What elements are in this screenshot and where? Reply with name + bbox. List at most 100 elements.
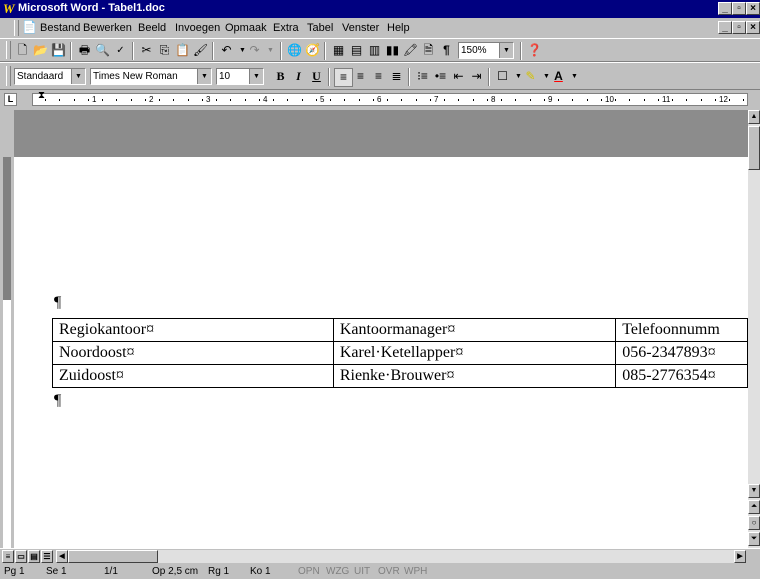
menu-beeld[interactable]: Beeld [138, 22, 166, 34]
horizontal-scrollbar[interactable] [68, 550, 734, 563]
cut-icon[interactable]: ✂ [138, 42, 155, 59]
style-combo[interactable]: Standaard ▼ [14, 68, 86, 85]
status-mode-opn[interactable]: OPN [298, 566, 320, 577]
undo-icon[interactable]: ↶ [218, 42, 235, 59]
underline-icon[interactable]: U [308, 68, 325, 85]
status-position: Op 2,5 cm [152, 566, 199, 577]
vertical-ruler[interactable] [0, 110, 14, 548]
maximize-button[interactable]: ▫ [732, 2, 746, 15]
spelling-icon[interactable]: ✓ [112, 42, 129, 59]
office-assistant-icon[interactable]: ❓ [526, 42, 543, 59]
ruler-tick [701, 99, 702, 101]
status-mode-ovr[interactable]: OVR [378, 566, 400, 577]
menu-tabel[interactable]: Tabel [307, 22, 333, 34]
menu-help[interactable]: Help [387, 22, 410, 34]
print-icon[interactable]: 🖶 [76, 42, 93, 59]
menu-venster[interactable]: Venster [342, 22, 379, 34]
borders-icon[interactable]: ☐ [494, 68, 511, 85]
next-page-icon[interactable]: ⏷ [748, 532, 760, 546]
menu-invoegen[interactable]: Invoegen [175, 22, 220, 34]
table-cell[interactable]: Telefoonnumm [615, 318, 748, 342]
scroll-left-icon[interactable]: ◀ [56, 550, 68, 563]
align-right-icon[interactable]: ≡ [370, 68, 387, 85]
print-layout-icon[interactable]: ▤ [28, 550, 40, 563]
insert-table-icon[interactable]: ▤ [348, 42, 365, 59]
font-size-dropdown-icon[interactable]: ▼ [249, 69, 263, 84]
new-icon[interactable]: 🗋 [14, 42, 31, 59]
normal-view-icon[interactable]: ≡ [2, 550, 14, 563]
zoom-combo[interactable]: 150% ▼ [458, 42, 514, 59]
horizontal-scroll-thumb[interactable] [68, 550, 158, 563]
document-map-icon[interactable]: 🗎 [420, 42, 437, 59]
doc-restore-button[interactable]: ▫ [732, 21, 746, 34]
decrease-indent-icon[interactable]: ⇤ [450, 68, 467, 85]
tab-selector[interactable]: L [4, 93, 17, 106]
table-cell[interactable]: Noordoost¤ [52, 341, 334, 365]
columns-icon[interactable]: ▮▮ [384, 42, 401, 59]
table-cell[interactable]: 085-2776354¤ [615, 364, 748, 388]
tables-borders-icon[interactable]: ▦ [330, 42, 347, 59]
vertical-scrollbar[interactable]: ▲ ▼ ⏶ ○ ⏷ [748, 110, 760, 548]
status-mode-wph[interactable]: WPH [404, 566, 427, 577]
table-cell[interactable]: 056-2347893¤ [615, 341, 748, 365]
doc-minimize-button[interactable]: _ [718, 21, 732, 34]
scroll-right-icon[interactable]: ▶ [734, 550, 746, 563]
web-layout-icon[interactable]: ▭ [15, 550, 27, 563]
status-line: Rg 1 [208, 566, 230, 577]
previous-page-icon[interactable]: ⏶ [748, 500, 760, 514]
bullets-icon[interactable]: •≡ [432, 68, 449, 85]
hyperlink-icon[interactable]: 🌐 [286, 42, 303, 59]
scroll-down-icon[interactable]: ▼ [748, 484, 760, 498]
copy-icon[interactable]: ⎘ [156, 42, 173, 59]
italic-icon[interactable]: I [290, 68, 307, 85]
justify-icon[interactable]: ≣ [388, 68, 405, 85]
menu-bewerken[interactable]: Bewerken [83, 22, 132, 34]
web-toolbar-icon[interactable]: 🧭 [304, 42, 321, 59]
table-cell[interactable]: Kantoormanager¤ [332, 318, 617, 342]
document-table[interactable]: Regiokantoor¤ Kantoormanager¤ Telefoonnu… [52, 318, 748, 388]
format-painter-icon[interactable]: 🖌 [192, 42, 209, 59]
table-cell[interactable]: Karel·Ketellapper¤ [332, 341, 617, 365]
scroll-thumb[interactable] [748, 126, 760, 170]
font-dropdown-icon[interactable]: ▼ [197, 69, 211, 84]
highlight-icon[interactable]: ✎ [522, 68, 539, 85]
insert-excel-icon[interactable]: ▥ [366, 42, 383, 59]
horizontal-ruler[interactable]: 1 2 3 4 5 6 7 8 9 10 11 12 [32, 93, 748, 106]
menu-bestand[interactable]: Bestand [40, 22, 80, 34]
document-area[interactable]: ¶ Regiokantoor¤ Kantoormanager¤ Telefoon… [14, 110, 748, 548]
scroll-up-icon[interactable]: ▲ [748, 110, 760, 124]
style-dropdown-icon[interactable]: ▼ [71, 69, 85, 84]
drawing-icon[interactable]: 🖍 [402, 42, 419, 59]
menu-opmaak[interactable]: Opmaak [225, 22, 267, 34]
font-size-combo[interactable]: 10 ▼ [216, 68, 264, 85]
doc-close-button[interactable]: × [746, 21, 760, 34]
zoom-dropdown-icon[interactable]: ▼ [499, 43, 513, 58]
save-icon[interactable]: 💾 [50, 42, 67, 59]
close-button[interactable]: × [746, 2, 760, 15]
open-icon[interactable]: 📂 [32, 42, 49, 59]
pilcrow-top: ¶ [54, 294, 62, 311]
table-cell[interactable]: Zuidoost¤ [52, 364, 334, 388]
menu-extra[interactable]: Extra [273, 22, 299, 34]
status-mode-wzg[interactable]: WZG [326, 566, 349, 577]
table-cell[interactable]: Regiokantoor¤ [52, 318, 334, 342]
align-center-icon[interactable]: ≡ [352, 68, 369, 85]
numbering-icon[interactable]: ⁝≡ [414, 68, 431, 85]
paste-icon[interactable]: 📋 [174, 42, 191, 59]
font-color-icon[interactable]: A [550, 68, 567, 85]
browse-object-icon[interactable]: ○ [748, 516, 760, 530]
minimize-button[interactable]: _ [718, 2, 732, 15]
print-preview-icon[interactable]: 🔍 [94, 42, 111, 59]
status-mode-uit[interactable]: UIT [354, 566, 370, 577]
show-hide-icon[interactable]: ¶ [438, 42, 455, 59]
outline-view-icon[interactable]: ☰ [41, 550, 53, 563]
word-app-icon[interactable]: W [3, 1, 15, 17]
font-color-dropdown-icon[interactable]: ▼ [566, 68, 583, 85]
increase-indent-icon[interactable]: ⇥ [468, 68, 485, 85]
align-left-icon[interactable]: ≡ [334, 68, 353, 87]
indent-marker-icon[interactable]: ⧗ [38, 90, 45, 101]
document-icon[interactable]: 📄 [22, 20, 37, 34]
bold-icon[interactable]: B [272, 68, 289, 85]
table-cell[interactable]: Rienke·Brouwer¤ [332, 364, 617, 388]
font-combo[interactable]: Times New Roman ▼ [90, 68, 212, 85]
